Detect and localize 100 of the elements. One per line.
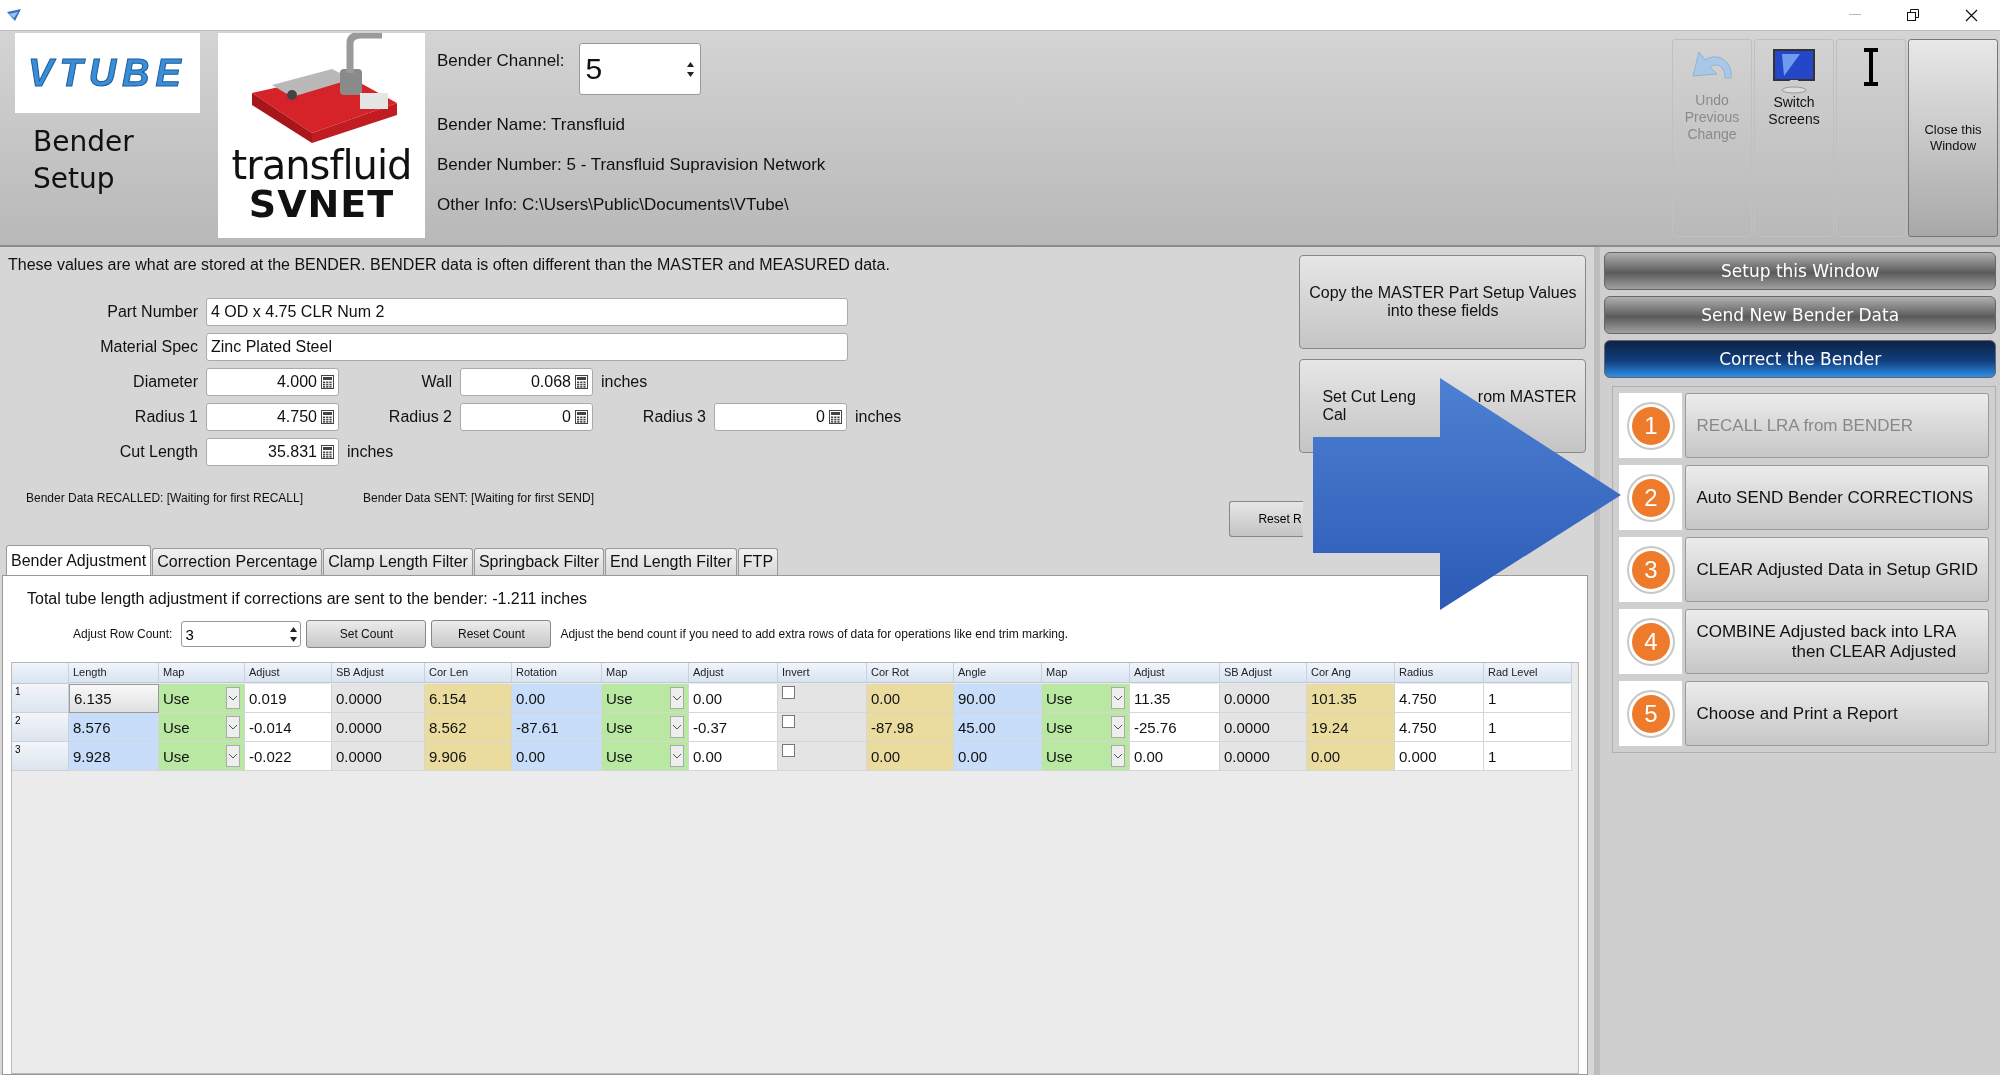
text-field[interactable]: 4 OD x 4.75 CLR Num 2 <box>206 298 848 326</box>
number-field[interactable]: 0.068 <box>460 368 593 396</box>
table-cell[interactable]: 6.135 <box>69 684 159 713</box>
dropdown-cell[interactable]: Use <box>159 742 245 771</box>
spin-up-icon[interactable] <box>290 626 298 632</box>
table-cell[interactable]: 0.0000 <box>332 713 425 742</box>
dropdown-cell[interactable]: Use <box>1042 742 1130 771</box>
table-cell[interactable]: 0.00 <box>867 742 954 771</box>
table-cell[interactable]: 0.00 <box>512 684 602 713</box>
row-count-spinbox[interactable]: 3 <box>181 621 302 647</box>
table-cell[interactable]: -87.61 <box>512 713 602 742</box>
table-cell[interactable]: -25.76 <box>1130 713 1220 742</box>
status-text: Bender Data RECALLED: [Waiting for first RECALL] <box>26 491 303 505</box>
table-cell[interactable]: 0.00 <box>689 684 778 713</box>
table-cell[interactable]: 0.0000 <box>332 684 425 713</box>
number-field[interactable]: 35.831 <box>206 438 339 466</box>
table-cell[interactable]: 0.0000 <box>332 742 425 771</box>
unit-label: inches <box>855 408 902 426</box>
tab[interactable]: Springback Filter <box>473 548 604 575</box>
column-header: Map <box>159 663 245 683</box>
number-field[interactable]: 0 <box>714 403 847 431</box>
spin-down-icon[interactable] <box>290 636 298 642</box>
hint-text: Adjust the bend count if you need to add extra rows of data for operations like end trim marking. <box>560 627 1068 641</box>
dropdown-cell[interactable]: Use <box>602 742 689 771</box>
nav-button[interactable]: Setup this Window <box>1604 252 1996 290</box>
text-cursor-icon <box>1862 48 1880 86</box>
table-cell[interactable]: -0.014 <box>245 713 332 742</box>
nav-button[interactable]: Send New Bender Data <box>1604 296 1996 334</box>
step-button[interactable]: CLEAR Adjusted Data in Setup GRID <box>1685 537 1989 602</box>
row-header: 2 <box>12 713 69 742</box>
column-header: Adjust <box>689 663 778 683</box>
table-cell[interactable]: 0.0000 <box>1220 742 1307 771</box>
column-header: Adjust <box>245 663 332 683</box>
text-field[interactable]: Zinc Plated Steel <box>206 333 848 361</box>
table-cell[interactable]: 0.00 <box>954 742 1042 771</box>
table-cell[interactable]: 0.00 <box>1307 742 1395 771</box>
checkbox[interactable] <box>782 686 795 699</box>
table-cell[interactable]: -0.37 <box>689 713 778 742</box>
table-cell[interactable]: 101.35 <box>1307 684 1395 713</box>
checkbox[interactable] <box>782 744 795 757</box>
spin-down-icon[interactable] <box>686 71 694 77</box>
table-cell[interactable]: 4.750 <box>1395 684 1484 713</box>
dropdown-cell[interactable]: Use <box>1042 684 1130 713</box>
reset-button[interactable]: Reset R <box>1229 501 1304 537</box>
table-cell[interactable]: -87.98 <box>867 713 954 742</box>
tab[interactable]: Clamp Length Filter <box>323 548 473 575</box>
tab[interactable]: FTP <box>737 548 779 575</box>
nav-button[interactable]: Correct the Bender <box>1604 340 1996 378</box>
grid-corner <box>12 663 69 684</box>
calculator-icon <box>321 375 334 389</box>
table-cell[interactable]: 0.00 <box>512 742 602 771</box>
close-icon[interactable] <box>1965 8 1978 22</box>
field-label: Diameter <box>132 373 198 391</box>
table-cell[interactable]: 9.928 <box>69 742 159 771</box>
table-cell[interactable]: 4.750 <box>1395 713 1484 742</box>
row-header: 3 <box>12 742 69 771</box>
step-button[interactable]: Choose and Print a Report <box>1685 681 1989 746</box>
table-cell[interactable]: 0.019 <box>245 684 332 713</box>
table-cell[interactable]: 9.906 <box>425 742 512 771</box>
row-header: 1 <box>12 684 69 713</box>
dropdown-cell[interactable]: Use <box>159 713 245 742</box>
table-cell[interactable]: -0.022 <box>245 742 332 771</box>
dropdown-cell[interactable]: Use <box>1042 713 1130 742</box>
table-cell[interactable]: 6.154 <box>425 684 512 713</box>
column-header: Adjust <box>1130 663 1220 683</box>
table-cell[interactable]: 1 <box>1484 742 1572 771</box>
tab[interactable]: End Length Filter <box>604 548 737 575</box>
table-cell[interactable]: 19.24 <box>1307 713 1395 742</box>
table-cell[interactable]: 1 <box>1484 713 1572 742</box>
table-cell[interactable]: 0.000 <box>1395 742 1484 771</box>
number-field[interactable]: 4.750 <box>206 403 339 431</box>
table-cell[interactable]: 0.00 <box>867 684 954 713</box>
step-button[interactable]: Auto SEND Bender CORRECTIONS <box>1685 465 1989 530</box>
number-field[interactable]: 0 <box>460 403 593 431</box>
switch-screens-button[interactable]: Switch Screens <box>1754 39 1834 237</box>
checkbox[interactable] <box>782 715 795 728</box>
table-cell[interactable]: 0.00 <box>689 742 778 771</box>
dropdown-cell[interactable]: Use <box>602 713 689 742</box>
restore-icon[interactable] <box>1907 9 1919 21</box>
tab[interactable]: Bender Adjustment <box>6 545 152 575</box>
table-cell[interactable]: 45.00 <box>954 713 1042 742</box>
spin-up-icon[interactable] <box>686 61 694 67</box>
dropdown-cell[interactable]: Use <box>602 684 689 713</box>
table-cell[interactable]: 11.35 <box>1130 684 1220 713</box>
table-cell[interactable]: 1 <box>1484 684 1572 713</box>
table-cell[interactable]: 90.00 <box>954 684 1042 713</box>
reset-count-button[interactable]: Reset Count <box>431 620 552 648</box>
number-field[interactable]: 4.000 <box>206 368 339 396</box>
channel-spinbox[interactable]: 5 <box>578 43 701 95</box>
set-count-button[interactable]: Set Count <box>306 620 427 648</box>
close-window-button[interactable]: Close this Window <box>1908 39 1998 237</box>
action-button[interactable]: Copy the MASTER Part Setup Values into these fields <box>1299 255 1587 349</box>
table-cell[interactable]: 8.576 <box>69 713 159 742</box>
table-cell[interactable]: 8.562 <box>425 713 512 742</box>
dropdown-cell[interactable]: Use <box>159 684 245 713</box>
table-cell[interactable]: 0.00 <box>1130 742 1220 771</box>
step-button[interactable]: COMBINE Adjusted back into LRA then CLEAR Adjusted <box>1685 609 1989 674</box>
table-cell[interactable]: 0.0000 <box>1220 684 1307 713</box>
tab[interactable]: Correction Percentage <box>152 548 323 575</box>
table-cell[interactable]: 0.0000 <box>1220 713 1307 742</box>
